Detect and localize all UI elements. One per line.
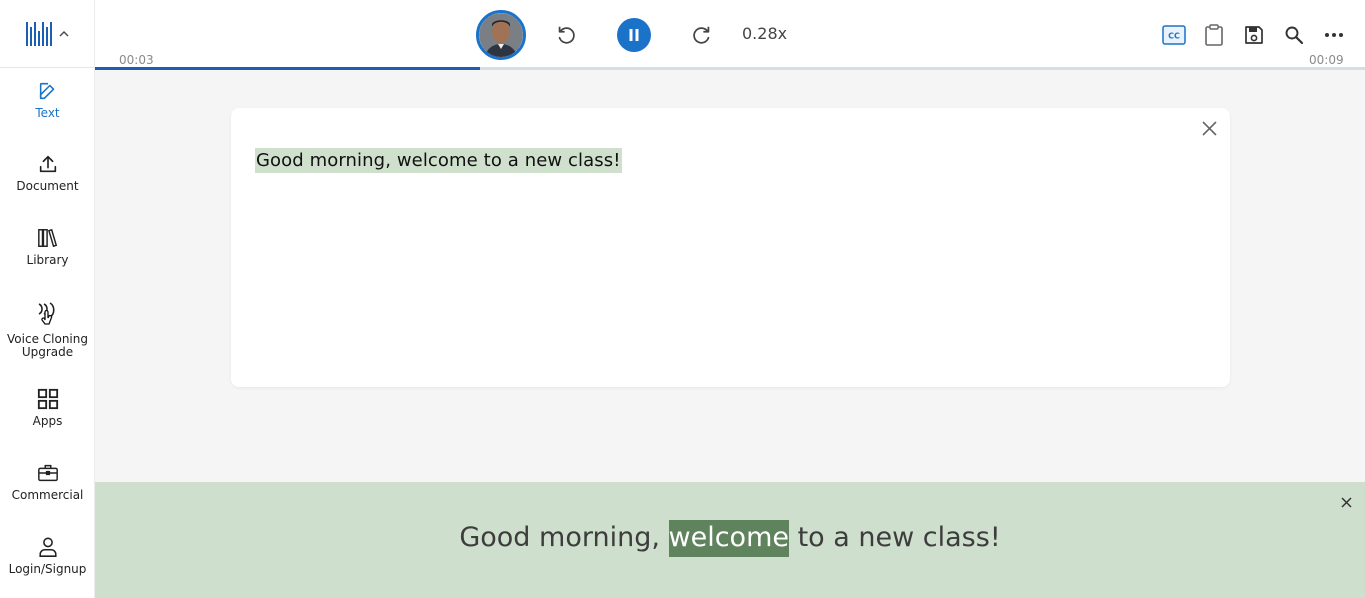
logo-menu[interactable]	[0, 0, 94, 68]
chevron-up-icon	[59, 30, 69, 36]
text-content[interactable]: Good morning, welcome to a new class!	[255, 148, 622, 173]
playback-progress[interactable]	[95, 67, 1365, 70]
sidebar-item-voice-cloning[interactable]: Voice Cloning Upgrade	[0, 301, 95, 359]
rewind-button[interactable]	[554, 23, 578, 47]
sidebar-item-label: Apps	[32, 414, 63, 428]
caption-text: Good morning, welcome to a new class!	[95, 520, 1365, 557]
text-card: Good morning, welcome to a new class!	[231, 108, 1230, 387]
sidebar-item-label: Text	[35, 106, 60, 120]
sidebar-item-apps[interactable]: Apps	[0, 388, 95, 428]
progress-fill	[95, 67, 480, 70]
save-button[interactable]	[1242, 23, 1266, 47]
captions-button[interactable]: CC	[1162, 23, 1186, 47]
sidebar-item-label: Login/Signup	[8, 562, 87, 576]
svg-text:CC: CC	[1168, 32, 1180, 41]
sidebar-item-label: Document	[16, 179, 79, 193]
sidebar-item-text[interactable]: Text	[0, 80, 95, 120]
voice-icon	[38, 302, 55, 325]
search-icon	[1285, 26, 1304, 45]
books-icon	[37, 228, 57, 248]
more-button[interactable]	[1322, 23, 1346, 47]
upload-icon	[39, 155, 56, 173]
total-time: 00:09	[1309, 53, 1344, 67]
caption-current-word: welcome	[668, 520, 789, 557]
caption-bar: Good morning, welcome to a new class!	[95, 482, 1365, 598]
clipboard-button[interactable]	[1202, 23, 1226, 47]
forward-icon	[693, 26, 710, 44]
close-icon[interactable]	[1340, 496, 1353, 509]
user-icon	[38, 537, 57, 557]
forward-button[interactable]	[690, 23, 714, 47]
logo-icon	[26, 21, 52, 46]
grid-icon	[37, 388, 58, 410]
playback-speed[interactable]: 0.28x	[742, 24, 787, 43]
close-icon[interactable]	[1201, 120, 1218, 137]
sidebar-item-document[interactable]: Document	[0, 153, 95, 193]
more-icon	[1325, 33, 1343, 37]
sidebar-item-label: Library	[26, 253, 69, 267]
pause-button[interactable]	[617, 18, 651, 52]
upgrade-label: Upgrade	[21, 345, 74, 359]
clipboard-icon	[1205, 24, 1223, 46]
sidebar: Text Document Library Voice Cloning Upgr…	[0, 0, 95, 598]
voice-avatar[interactable]	[476, 10, 526, 60]
sidebar-item-commercial[interactable]: Commercial	[0, 462, 95, 502]
search-button[interactable]	[1282, 23, 1306, 47]
sidebar-item-library[interactable]: Library	[0, 227, 95, 267]
caption-after: to a new class!	[789, 522, 1001, 553]
pencil-icon	[39, 82, 54, 100]
cc-icon: CC	[1162, 25, 1186, 45]
avatar-icon	[479, 13, 523, 57]
save-icon	[1245, 26, 1263, 44]
sidebar-item-login[interactable]: Login/Signup	[0, 536, 95, 576]
elapsed-time: 00:03	[119, 53, 154, 67]
caption-before: Good morning,	[459, 522, 669, 553]
briefcase-icon	[37, 464, 58, 482]
sidebar-item-label: Commercial	[11, 488, 84, 502]
rewind-icon	[558, 26, 575, 44]
pause-icon	[629, 29, 639, 41]
